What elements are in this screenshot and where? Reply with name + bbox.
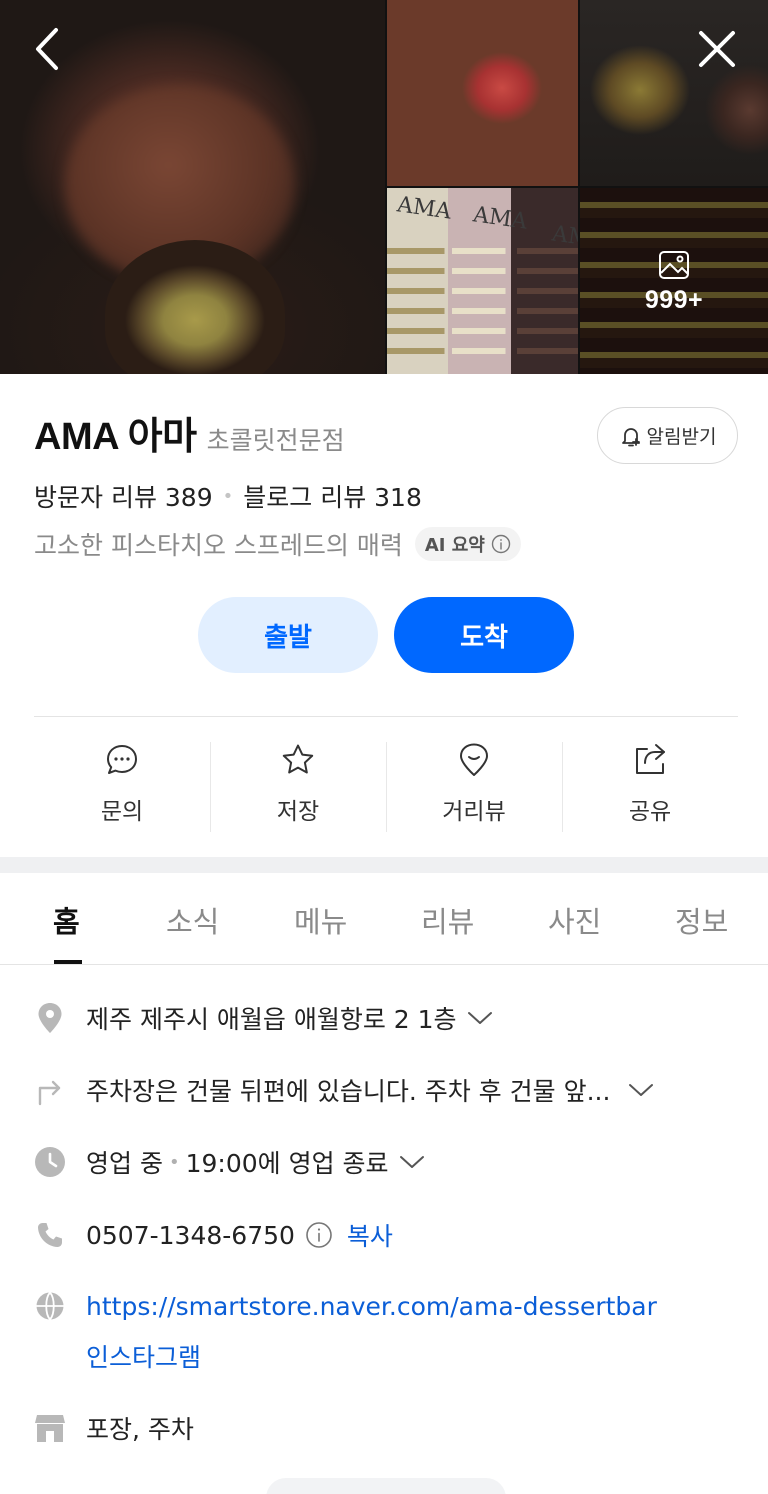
directions-row[interactable]: 주차장은 건물 뒤편에 있습니다. 주차 후 건물 앞... <box>34 1072 654 1108</box>
back-button[interactable] <box>20 22 74 76</box>
inquiry-button[interactable]: 문의 <box>34 738 210 834</box>
phone-number[interactable]: 0507-1348-6750 <box>86 1221 295 1250</box>
separator-dot: • <box>168 1151 180 1173</box>
visitor-reviews-link[interactable]: 방문자 리뷰 389 <box>34 478 213 514</box>
save-button[interactable]: 저장 <box>210 738 386 834</box>
tab-news[interactable]: 소식 <box>166 899 219 941</box>
action-bar: 문의 저장 거리뷰 공유 <box>34 738 738 834</box>
action-label: 저장 <box>276 799 320 825</box>
blog-reviews-link[interactable]: 블로그 리뷰 318 <box>243 478 422 514</box>
ai-summary-row: 고소한 피스타치오 스프레드의 매력 AI 요약 <box>34 526 521 562</box>
tab-photos[interactable]: 사진 <box>548 899 601 941</box>
tab-menu[interactable]: 메뉴 <box>294 899 347 941</box>
share-icon <box>636 744 665 774</box>
chevron-down-icon <box>467 1012 492 1024</box>
package-text: AMA <box>471 202 529 235</box>
instagram-row: 인스타그램 <box>86 1338 201 1374</box>
directions-note-text: 주차장은 건물 뒤편에 있습니다. 주차 후 건물 앞... <box>86 1077 611 1106</box>
globe-icon <box>36 1291 64 1321</box>
address-row[interactable]: 제주 제주시 애월읍 애월항로 2 1층 <box>34 1000 493 1036</box>
ai-summary-badge[interactable]: AI 요약 <box>414 527 521 561</box>
depart-button[interactable]: 출발 <box>198 597 378 673</box>
review-counts: 방문자 리뷰 389 • 블로그 리뷰 318 <box>34 478 422 514</box>
tab-reviews[interactable]: 리뷰 <box>421 899 474 941</box>
ai-badge-label: AI 요약 <box>424 535 485 556</box>
photo-count-overlay[interactable]: 999+ <box>580 188 768 374</box>
image-icon <box>659 250 689 279</box>
place-name: AMA 아마 <box>34 416 197 458</box>
separator-dot: • <box>222 485 234 507</box>
store-icon <box>35 1415 65 1442</box>
action-label: 공유 <box>628 799 672 825</box>
chevron-down-icon <box>629 1084 654 1096</box>
chevron-left-icon <box>36 28 58 70</box>
website-link[interactable]: https://smartstore.naver.com/ama-dessert… <box>86 1292 657 1321</box>
chevron-down-icon <box>399 1156 424 1168</box>
instagram-link[interactable]: 인스타그램 <box>86 1338 201 1374</box>
action-label: 문의 <box>100 799 144 825</box>
active-tab-indicator <box>54 960 82 964</box>
hours-detail: 19:00에 영업 종료 <box>185 1149 389 1178</box>
website-row: https://smartstore.naver.com/ama-dessert… <box>34 1290 657 1322</box>
info-icon <box>491 534 511 554</box>
package-text: AMA <box>395 192 453 225</box>
street-view-button[interactable]: 거리뷰 <box>386 738 562 834</box>
map-pin-icon <box>460 743 488 776</box>
arrive-button[interactable]: 도착 <box>394 597 574 673</box>
alert-button-label: 알림받기 <box>646 426 717 448</box>
bell-plus-icon <box>621 427 640 446</box>
place-category: 초콜릿전문점 <box>206 426 345 455</box>
photo-thumbnail-strawberry[interactable] <box>387 0 578 186</box>
divider <box>34 716 738 717</box>
hours-status: 영업 중 <box>86 1149 163 1178</box>
alert-button[interactable]: 알림받기 <box>597 407 738 464</box>
photo-thumbnail-chocolate-bars[interactable]: AMA AMA AM <box>387 188 578 374</box>
address-text: 제주 제주시 애월읍 애월항로 2 1층 <box>86 1005 457 1034</box>
phone-icon <box>38 1223 62 1247</box>
section-divider <box>0 857 768 873</box>
summary-text: 고소한 피스타치오 스프레드의 매력 <box>34 531 403 560</box>
tab-home[interactable]: 홈 <box>53 899 80 941</box>
pistachio-truffle-shape <box>105 240 285 374</box>
share-button[interactable]: 공유 <box>562 738 738 834</box>
close-icon <box>699 31 735 67</box>
star-icon <box>282 744 314 774</box>
close-button[interactable] <box>690 22 744 76</box>
amenities-text: 포장, 주차 <box>86 1415 194 1444</box>
info-icon[interactable] <box>305 1221 333 1249</box>
more-info-button[interactable] <box>266 1478 506 1494</box>
tab-bar: 홈 소식 메뉴 리뷰 사진 정보 <box>0 873 768 965</box>
turn-arrow-icon <box>38 1080 61 1106</box>
clock-icon <box>35 1147 65 1177</box>
location-pin-icon <box>38 1003 62 1033</box>
photo-gallery[interactable]: AMA AMA AM 999+ <box>0 0 768 374</box>
tab-info[interactable]: 정보 <box>675 899 728 941</box>
amenities-row: 포장, 주차 <box>34 1410 194 1446</box>
copy-phone-button[interactable]: 복사 <box>347 1217 393 1253</box>
photo-count: 999+ <box>644 285 704 314</box>
chat-icon <box>107 745 137 774</box>
action-label: 거리뷰 <box>442 799 506 825</box>
title-row: AMA 아마 초콜릿전문점 <box>34 405 345 460</box>
hours-row[interactable]: 영업 중 • 19:00에 영업 종료 <box>34 1144 425 1180</box>
phone-row: 0507-1348-6750 복사 <box>34 1217 393 1253</box>
